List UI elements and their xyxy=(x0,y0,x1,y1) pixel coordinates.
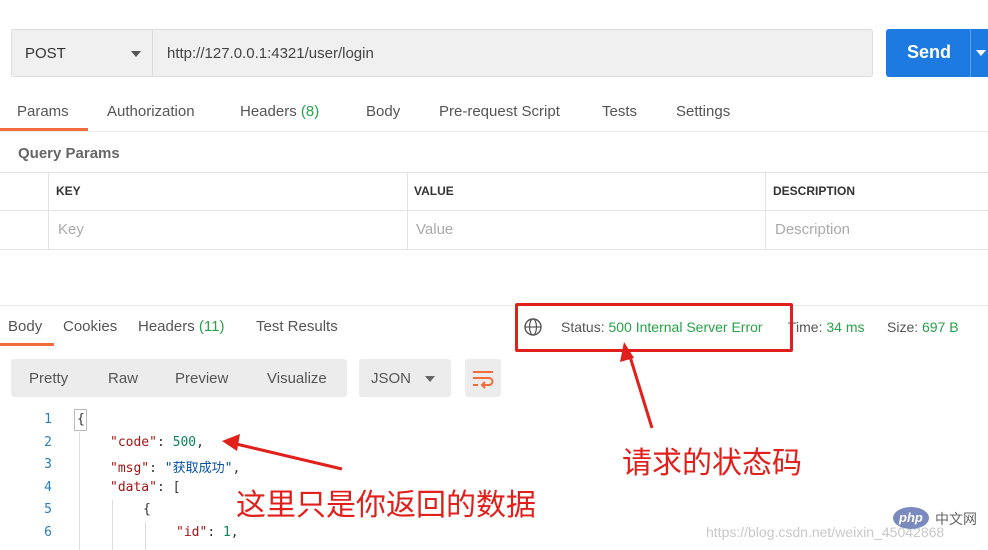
php-logo: php xyxy=(893,507,929,529)
data-arrow xyxy=(231,441,343,471)
annotation-arrows xyxy=(222,342,654,471)
data-annotation: 这里只是你返回的数据 xyxy=(236,489,536,522)
data-arrow-head xyxy=(222,434,240,451)
status-arrow xyxy=(626,349,654,429)
php-logo-text: 中文网 xyxy=(935,511,977,527)
status-annotation: 请求的状态码 xyxy=(622,447,802,480)
